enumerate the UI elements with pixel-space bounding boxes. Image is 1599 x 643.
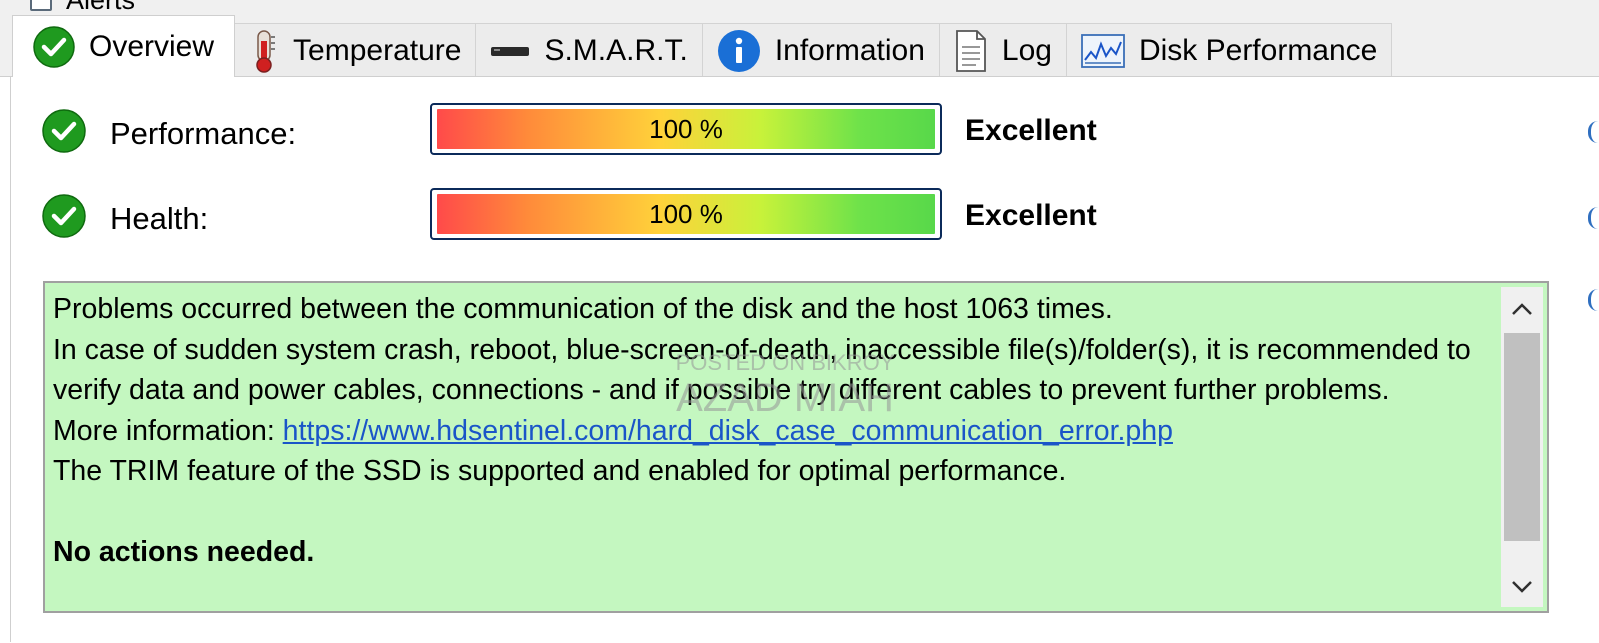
panel-left-border	[10, 76, 11, 642]
message-line: Problems occurred between the communicat…	[53, 293, 1113, 325]
edge-indicator	[1588, 289, 1599, 311]
tab-label: Temperature	[293, 33, 462, 67]
tab-bar: Overview Temperature S.M.A.R.T. Informat…	[12, 15, 1393, 77]
alerts-item[interactable]: Alerts	[30, 0, 135, 15]
top-strip	[0, 0, 1599, 14]
help-link[interactable]: https://www.hdsentinel.com/hard_disk_cas…	[283, 415, 1173, 447]
chart-icon	[1081, 33, 1125, 68]
tab-information[interactable]: Information	[701, 23, 940, 77]
tab-smart[interactable]: S.M.A.R.T.	[475, 23, 703, 77]
tab-label: Disk Performance	[1138, 33, 1378, 67]
message-line: In case of sudden system crash, reboot, …	[53, 333, 1471, 407]
more-info-prefix: More information:	[53, 414, 283, 447]
health-progress-fill: 100 %	[437, 194, 935, 234]
more-info-line: More information: https://www.hdsentinel…	[53, 411, 1493, 452]
tab-disk-performance[interactable]: Disk Performance	[1065, 23, 1393, 77]
info-icon	[717, 29, 761, 73]
check-circle-icon	[42, 109, 86, 158]
performance-progress-fill: 100 %	[437, 109, 935, 149]
tab-label: Log	[1001, 33, 1052, 67]
document-icon	[954, 29, 988, 73]
tab-log[interactable]: Log	[938, 23, 1067, 77]
performance-label: Performance:	[110, 115, 297, 151]
check-circle-icon	[42, 194, 86, 243]
performance-percent: 100 %	[649, 113, 723, 144]
message-line: The TRIM feature of the SSD is supported…	[53, 455, 1067, 487]
tab-label: Information	[774, 33, 925, 67]
tab-label: S.M.A.R.T.	[544, 33, 688, 67]
health-rating: Excellent	[965, 199, 1097, 232]
health-progress-bar: 100 %	[430, 188, 942, 240]
tab-label: Overview	[89, 29, 215, 63]
health-percent: 100 %	[649, 198, 723, 229]
edge-indicator	[1588, 207, 1599, 229]
scroll-up-icon[interactable]	[1501, 289, 1543, 329]
conclusion-text: No actions needed.	[53, 536, 315, 568]
tab-overview[interactable]: Overview	[12, 15, 236, 77]
tab-temperature[interactable]: Temperature	[234, 23, 477, 77]
check-circle-icon	[33, 25, 75, 68]
performance-rating: Excellent	[965, 114, 1097, 147]
health-row: Health:	[42, 194, 430, 243]
drive-icon	[490, 41, 530, 61]
status-message-text: Problems occurred between the communicat…	[53, 289, 1493, 573]
performance-row: Performance:	[42, 109, 430, 158]
edge-indicator	[1588, 121, 1599, 143]
health-label: Health:	[110, 200, 209, 236]
alerts-label: Alerts	[66, 0, 135, 16]
status-message-box[interactable]: Problems occurred between the communicat…	[43, 281, 1549, 613]
thermometer-icon	[249, 29, 279, 73]
scrollbar-thumb[interactable]	[1504, 333, 1540, 541]
vertical-scrollbar[interactable]	[1501, 287, 1543, 607]
scroll-down-icon[interactable]	[1501, 567, 1543, 607]
performance-progress-bar: 100 %	[430, 103, 942, 155]
alerts-icon	[30, 0, 52, 11]
